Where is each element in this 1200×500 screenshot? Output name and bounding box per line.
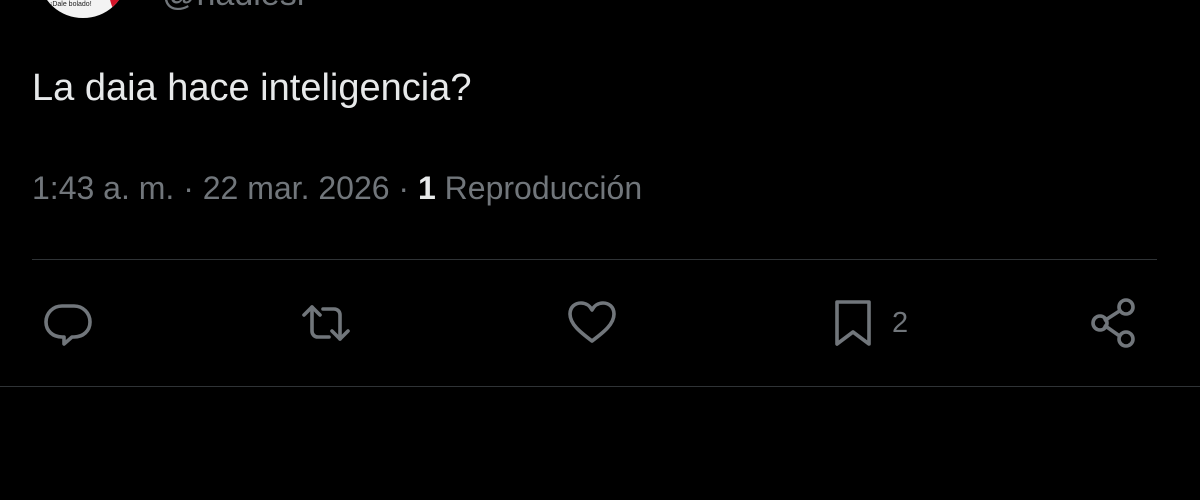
reply-button[interactable]	[40, 297, 96, 349]
like-button[interactable]	[564, 297, 620, 349]
tweet-text: La daia hace inteligencia?	[32, 67, 472, 109]
divider	[0, 386, 1200, 387]
author-handle[interactable]: @nadiesr	[162, 0, 308, 14]
avatar[interactable]: ¡Dale bolado!	[40, 0, 126, 18]
tweet-time[interactable]: 1:43 a. m.	[32, 170, 174, 206]
tweet-date[interactable]: 22 mar. 2026	[203, 170, 390, 206]
divider	[32, 259, 1157, 260]
share-button[interactable]	[1086, 297, 1142, 349]
bookmark-icon	[835, 300, 871, 346]
heart-icon	[568, 301, 616, 343]
views-label: Reproducción	[444, 170, 643, 206]
views-count: 1	[417, 170, 436, 206]
bookmark-count: 2	[892, 306, 909, 339]
avatar-caption: ¡Dale bolado!	[50, 1, 92, 8]
bookmark-button[interactable]: 2	[826, 297, 908, 349]
repost-icon	[302, 305, 350, 341]
meta-separator: ·	[183, 170, 194, 206]
reply-icon	[44, 304, 92, 346]
meta-separator: ·	[398, 170, 410, 206]
share-icon	[1091, 298, 1135, 348]
repost-button[interactable]	[298, 297, 354, 349]
tweet-header: ¡Dale bolado! @nadiesr	[0, 0, 1200, 24]
tweet-metadata: 1:43 a. m. · 22 mar. 2026 · 1 Reproducci…	[32, 170, 642, 207]
